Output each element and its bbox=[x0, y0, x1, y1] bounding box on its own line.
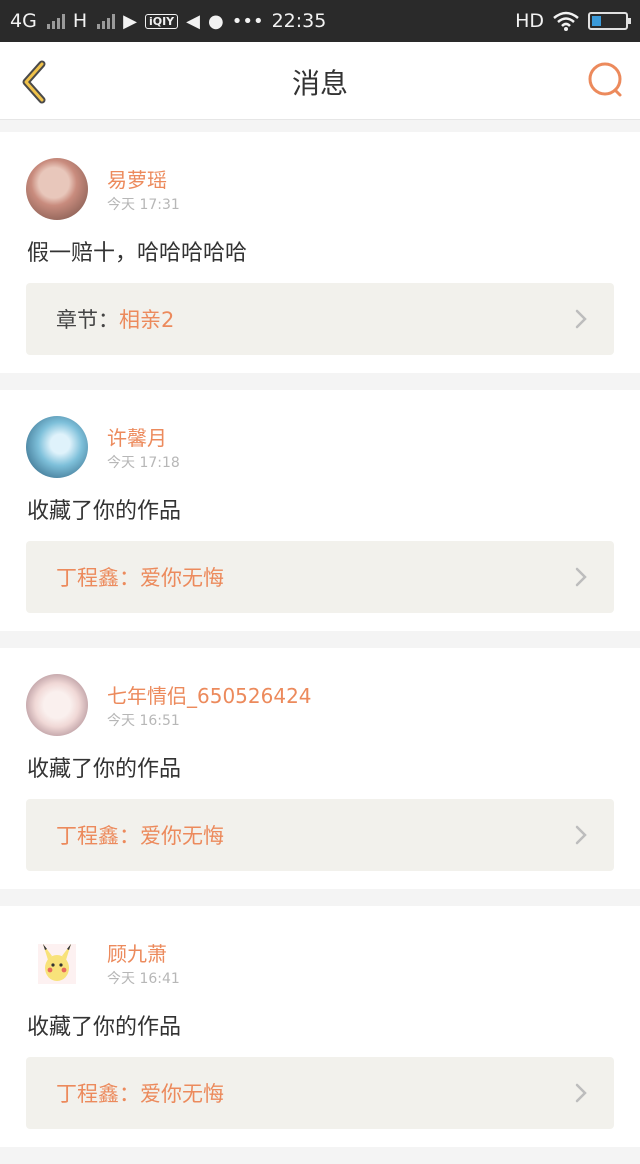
chevron-right-icon bbox=[575, 825, 587, 845]
chevron-right-icon bbox=[575, 567, 587, 587]
avatar[interactable] bbox=[26, 416, 88, 478]
iqiyi-icon: iQIY bbox=[144, 13, 179, 29]
palette-icon: ● bbox=[207, 10, 224, 32]
network-h-label: H bbox=[72, 10, 88, 32]
user-name[interactable]: 顾九萧 bbox=[107, 938, 167, 967]
reference-value: 爱你无悔 bbox=[140, 566, 224, 590]
clock: 22:35 bbox=[271, 10, 327, 32]
signal-icon-2 bbox=[97, 13, 116, 29]
reference-label: 章节： bbox=[56, 308, 119, 332]
message-card: 易萝瑶 今天 17:31 假一赔十，哈哈哈哈哈 章节： 相亲2 bbox=[0, 132, 640, 373]
network-4g-label: 4G bbox=[10, 10, 37, 32]
reference-label: 丁程鑫： bbox=[56, 566, 140, 590]
message-text: 收藏了你的作品 bbox=[27, 1015, 182, 1040]
reference-value: 爱你无悔 bbox=[140, 1082, 224, 1106]
message-text: 收藏了你的作品 bbox=[27, 757, 182, 782]
reference-value: 爱你无悔 bbox=[140, 824, 224, 848]
avatar[interactable] bbox=[26, 158, 88, 220]
message-time: 今天 17:31 bbox=[107, 197, 180, 213]
reference-label: 丁程鑫： bbox=[56, 1082, 140, 1106]
message-time: 今天 17:18 bbox=[107, 455, 180, 471]
user-name[interactable]: 七年情侣_650526424 bbox=[107, 680, 312, 709]
chevron-right-icon bbox=[575, 309, 587, 329]
message-card: 七年情侣_650526424 今天 16:51 收藏了你的作品 丁程鑫： 爱你无… bbox=[0, 648, 640, 889]
avatar[interactable] bbox=[26, 932, 88, 994]
message-time: 今天 16:51 bbox=[107, 713, 180, 729]
user-name[interactable]: 易萝瑶 bbox=[107, 164, 167, 193]
page-title: 消息 bbox=[291, 67, 348, 100]
message-time: 今天 16:41 bbox=[107, 971, 180, 987]
status-right: HD bbox=[515, 10, 631, 32]
more-icon: ••• bbox=[231, 10, 264, 32]
work-reference-row[interactable]: 丁程鑫： 爱你无悔 bbox=[26, 799, 614, 871]
message-card: 顾九萧 今天 16:41 收藏了你的作品 丁程鑫： 爱你无悔 bbox=[0, 906, 640, 1147]
reference-value: 相亲2 bbox=[119, 308, 175, 332]
nav-bar: 消息 bbox=[0, 42, 640, 120]
play-icon: ▶ bbox=[123, 10, 137, 32]
search-icon[interactable] bbox=[586, 60, 626, 100]
hd-label: HD bbox=[515, 10, 544, 32]
work-reference-row[interactable]: 章节： 相亲2 bbox=[26, 283, 614, 355]
wifi-icon bbox=[553, 11, 579, 31]
reference-label: 丁程鑫： bbox=[56, 824, 140, 848]
message-text: 收藏了你的作品 bbox=[27, 499, 182, 524]
work-reference-row[interactable]: 丁程鑫： 爱你无悔 bbox=[26, 1057, 614, 1129]
status-left: 4G H ▶ iQIY ◀ ● ••• 22:35 bbox=[10, 10, 326, 32]
signal-icon bbox=[46, 13, 65, 29]
message-card: 许馨月 今天 17:18 收藏了你的作品 丁程鑫： 爱你无悔 bbox=[0, 390, 640, 631]
battery-icon bbox=[588, 12, 631, 30]
avatar[interactable] bbox=[26, 674, 88, 736]
work-reference-row[interactable]: 丁程鑫： 爱你无悔 bbox=[26, 541, 614, 613]
message-list: 易萝瑶 今天 17:31 假一赔十，哈哈哈哈哈 章节： 相亲2 许馨月 今天 1… bbox=[0, 132, 640, 1164]
status-bar: 4G H ▶ iQIY ◀ ● ••• 22:35 HD bbox=[0, 0, 640, 42]
message-text: 假一赔十，哈哈哈哈哈 bbox=[27, 241, 248, 266]
user-name[interactable]: 许馨月 bbox=[107, 422, 167, 451]
pikachu-avatar-image bbox=[38, 944, 76, 984]
mute-icon: ◀ bbox=[186, 10, 200, 32]
chevron-right-icon bbox=[575, 1083, 587, 1103]
